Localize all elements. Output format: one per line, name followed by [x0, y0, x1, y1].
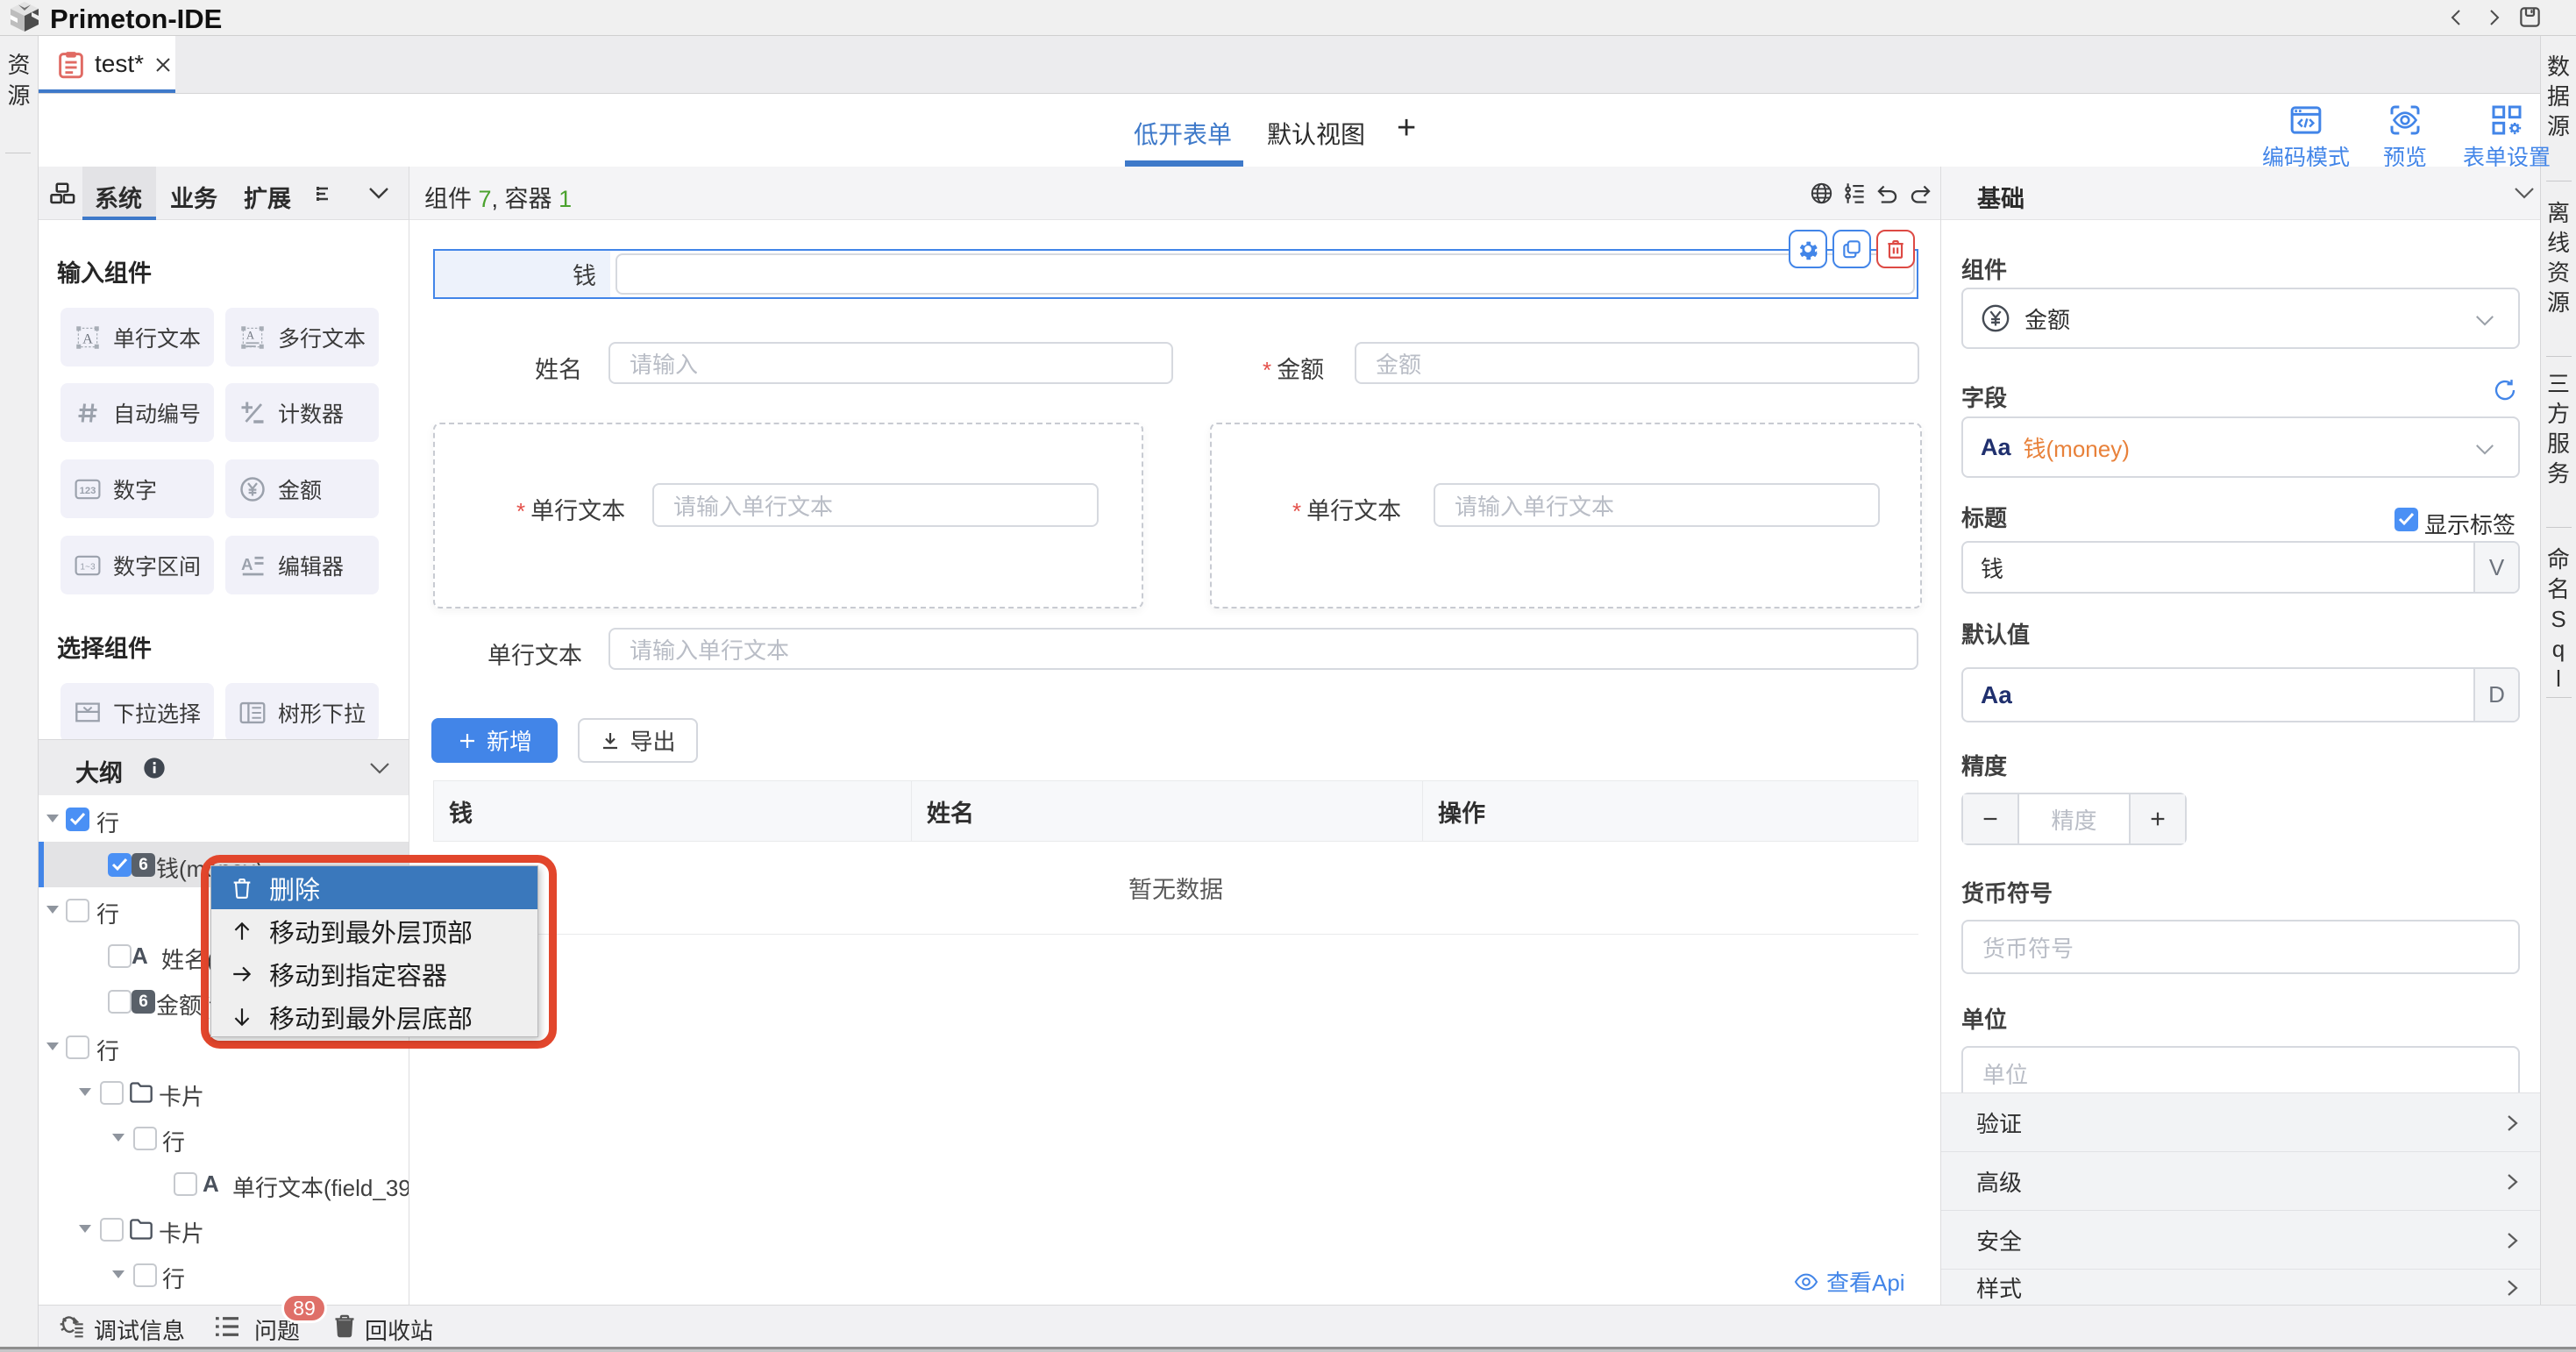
- svg-text:A: A: [241, 555, 253, 573]
- svg-text:A: A: [246, 329, 254, 341]
- svg-text:123: 123: [80, 485, 96, 495]
- svg-text:A: A: [82, 331, 93, 346]
- svg-text:1~3: 1~3: [80, 562, 96, 572]
